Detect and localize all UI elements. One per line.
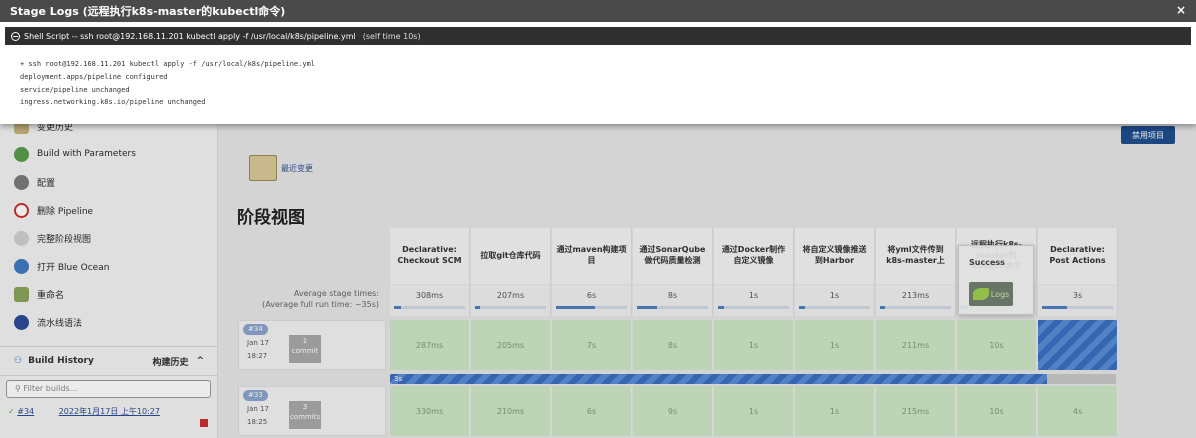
- step-title: Shell Script -- ssh root@192.168.11.201 …: [24, 31, 356, 41]
- step-header[interactable]: − Shell Script -- ssh root@192.168.11.20…: [5, 27, 1191, 45]
- step-self-time: (self time 10s): [362, 31, 421, 41]
- log-line: deployment.apps/pipeline configured: [20, 72, 168, 81]
- log-output: + ssh root@192.168.11.201 kubectl apply …: [20, 58, 315, 109]
- collapse-icon[interactable]: −: [11, 31, 20, 41]
- stage-logs-modal: Stage Logs (远程执行k8s-master的kubectl命令) × …: [0, 0, 1196, 124]
- log-line: service/pipeline unchanged: [20, 85, 130, 94]
- log-line: ingress.networking.k8s.io/pipeline uncha…: [20, 98, 206, 107]
- close-icon[interactable]: ×: [1176, 3, 1186, 17]
- log-line: + ssh root@192.168.11.201 kubectl apply …: [20, 60, 316, 68]
- modal-header: Stage Logs (远程执行k8s-master的kubectl命令) ×: [0, 0, 1196, 22]
- modal-title: Stage Logs (远程执行k8s-master的kubectl命令): [10, 5, 286, 18]
